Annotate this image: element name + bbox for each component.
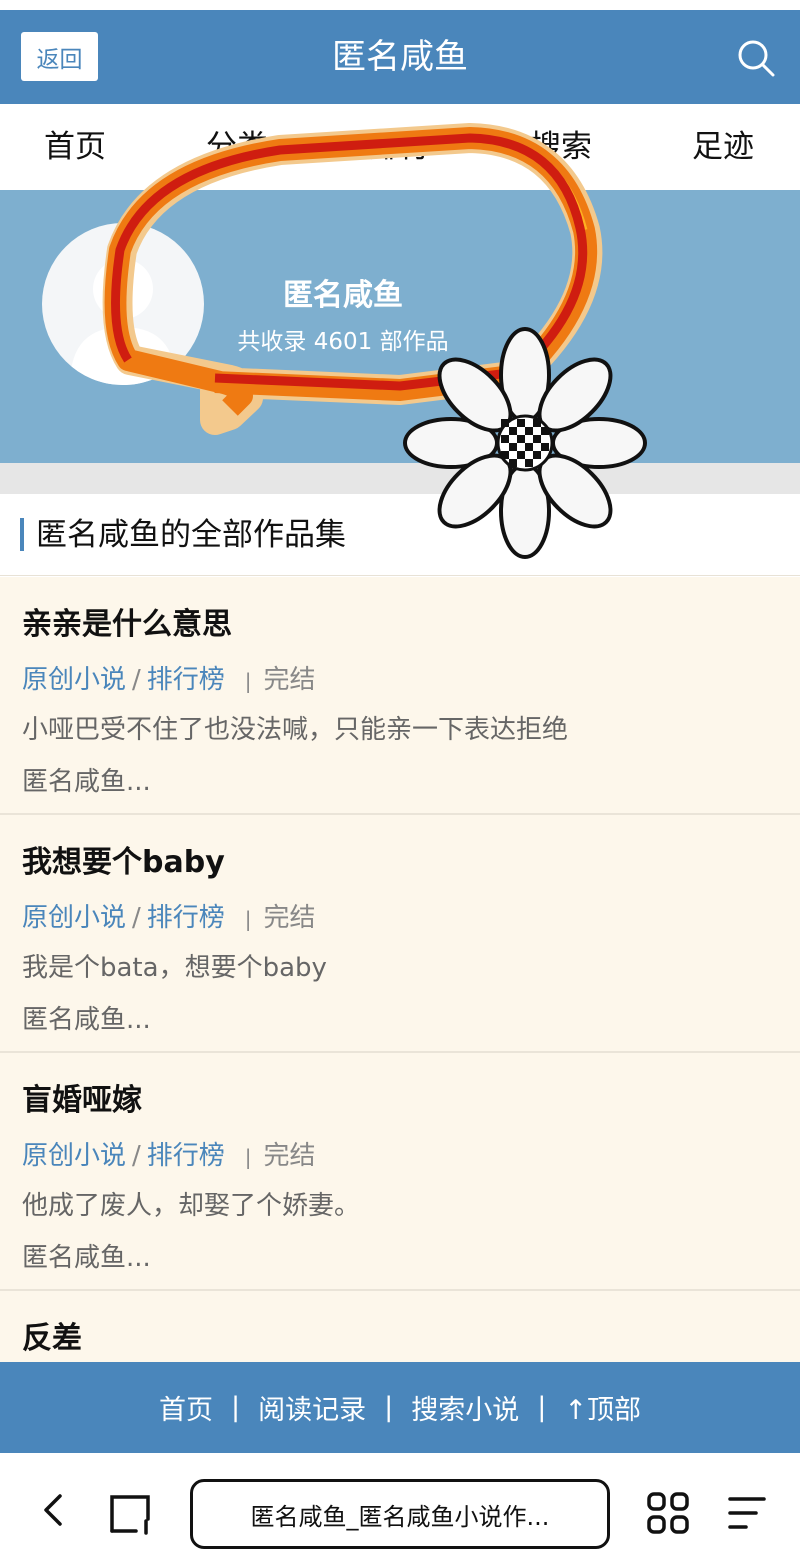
book-description: 他成了废人，却娶了个娇妻。 [22,1191,361,1221]
book-title[interactable]: 亲亲是什么意思 [22,599,232,643]
main-nav: 首页 分类 排行 搜索 足迹 [0,104,800,190]
category-link[interactable]: 原创小说 [22,665,126,695]
search-icon[interactable] [736,38,776,78]
book-title[interactable]: 盲婚哑嫁 [22,1075,142,1119]
status-label: 完结 [263,665,316,695]
status-label: 完结 [263,1141,316,1171]
book-item[interactable]: 反差 [0,1291,800,1362]
footer-separator: | [537,1392,547,1423]
back-arrow-icon[interactable] [38,1493,68,1527]
book-title[interactable]: 反差 [22,1313,82,1357]
category-link[interactable]: 原创小说 [22,903,126,933]
nav-item-search[interactable]: 搜索 [530,104,592,190]
top-header: 返回 匿名咸鱼 [0,10,800,104]
book-meta: 原创小说 / 排行榜 | 完结 [22,903,316,933]
footer-search-link[interactable]: 搜索小说 [411,1388,519,1427]
section-accent-bar [20,518,24,551]
rank-link[interactable]: 排行榜 [147,665,225,695]
book-author: 匿名咸鱼... [22,1005,151,1035]
book-item[interactable]: 盲婚哑嫁 原创小说 / 排行榜 | 完结 他成了废人，却娶了个娇妻。 匿名咸鱼... [0,1053,800,1291]
author-name: 匿名咸鱼 [283,278,403,313]
book-item[interactable]: 我想要个baby 原创小说 / 排行榜 | 完结 我是个bata，想要个baby 匿名咸… [0,815,800,1053]
nav-item-home[interactable]: 首页 [44,104,106,190]
footer-home-link[interactable]: 首页 [159,1388,213,1427]
book-meta: 原创小说 / 排行榜 | 完结 [22,665,316,695]
page-title: 匿名咸鱼 [332,37,468,77]
author-profile: 匿名咸鱼 共收录 4601 部作品 [0,190,800,463]
menu-icon[interactable] [726,1495,768,1531]
divider [0,463,800,494]
footer-separator: | [231,1392,241,1423]
rank-link[interactable]: 排行榜 [147,1141,225,1171]
book-meta: 原创小说 / 排行榜 | 完结 [22,1141,316,1171]
book-title[interactable]: 我想要个baby [22,837,225,881]
book-author: 匿名咸鱼... [22,1243,151,1273]
author-work-count: 共收录 4601 部作品 [237,329,449,355]
footer-separator: | [384,1392,394,1423]
footer-nav: 首页 | 阅读记录 | 搜索小说 | ↑顶部 [0,1362,800,1453]
tabs-icon[interactable] [108,1491,154,1535]
status-label: 完结 [263,903,316,933]
browser-toolbar: 匿名咸鱼_匿名咸鱼小说作... [0,1453,800,1561]
footer-top-link[interactable]: ↑顶部 [564,1388,641,1427]
footer-history-link[interactable]: 阅读记录 [258,1388,366,1427]
nav-item-rank[interactable]: 排行 [368,104,430,190]
book-item[interactable]: 亲亲是什么意思 原创小说 / 排行榜 | 完结 小哑巴受不住了也没法喊，只能亲一下表达拒… [0,577,800,815]
book-author: 匿名咸鱼... [22,767,151,797]
rank-link[interactable]: 排行榜 [147,903,225,933]
nav-item-history[interactable]: 足迹 [692,104,754,190]
nav-item-category[interactable]: 分类 [206,104,268,190]
category-link[interactable]: 原创小说 [22,1141,126,1171]
book-description: 我是个bata，想要个baby [22,953,327,983]
section-title: 匿名咸鱼的全部作品集 [36,517,346,553]
section-header: 匿名咸鱼的全部作品集 [0,494,800,576]
book-list: 亲亲是什么意思 原创小说 / 排行榜 | 完结 小哑巴受不住了也没法喊，只能亲一下表达拒… [0,577,800,1362]
grid-menu-icon[interactable] [646,1491,690,1535]
book-description: 小哑巴受不住了也没法喊，只能亲一下表达拒绝 [22,715,569,745]
address-bar[interactable]: 匿名咸鱼_匿名咸鱼小说作... [190,1479,610,1549]
